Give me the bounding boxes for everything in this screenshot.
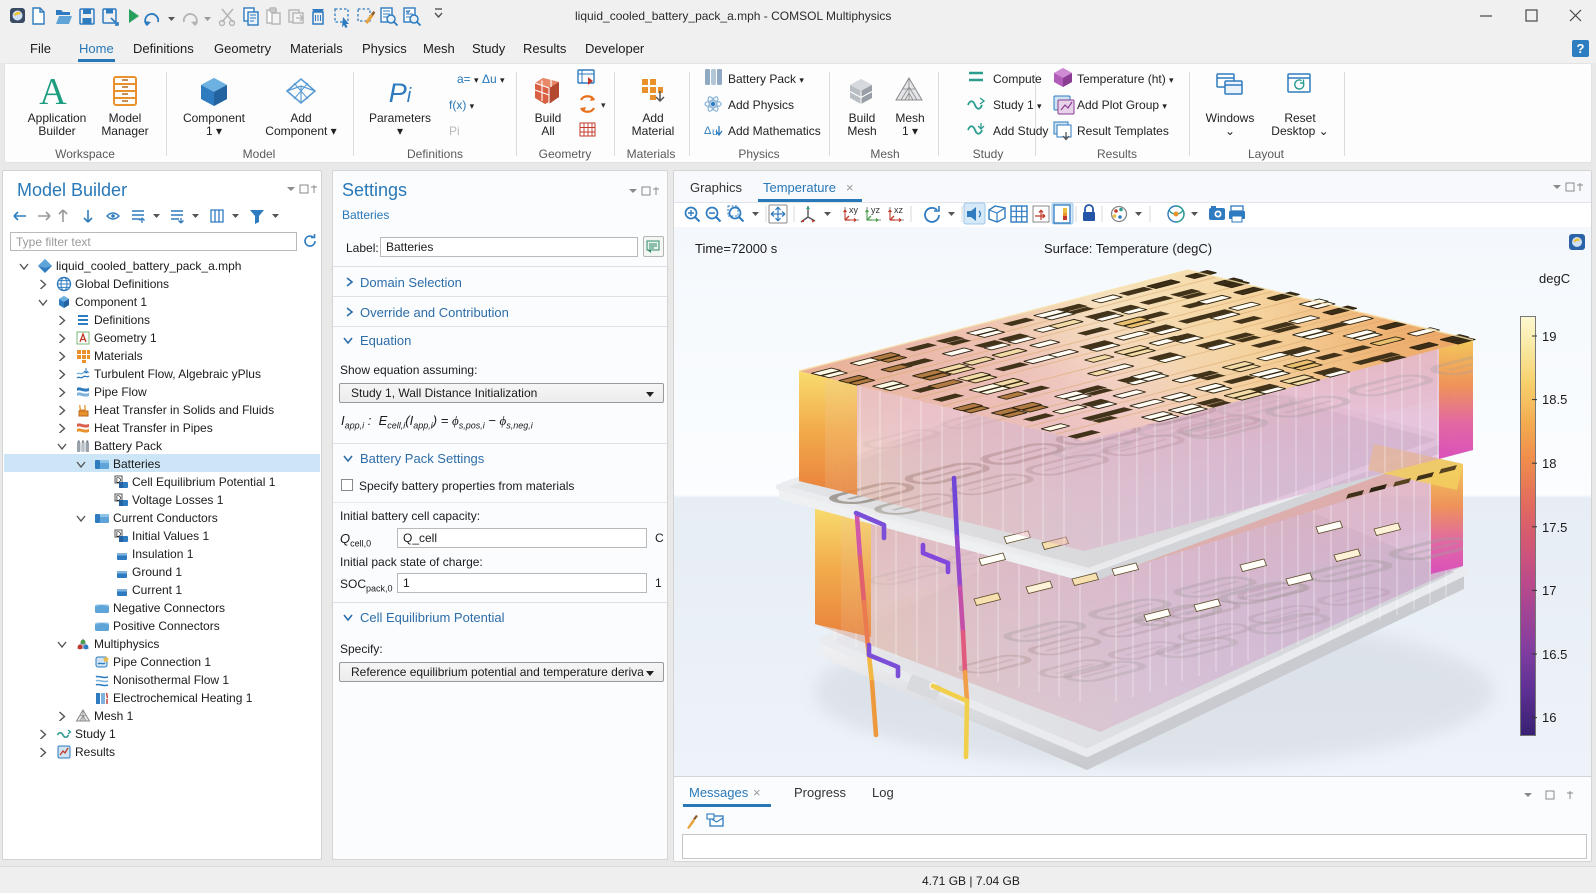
svg-text:yz: yz xyxy=(871,205,881,215)
svg-text:Pi: Pi xyxy=(389,78,412,108)
svg-text:xy: xy xyxy=(849,205,859,215)
svg-text:▾: ▾ xyxy=(601,100,606,110)
svg-text:A: A xyxy=(39,71,67,113)
svg-text:xz: xz xyxy=(894,205,904,215)
